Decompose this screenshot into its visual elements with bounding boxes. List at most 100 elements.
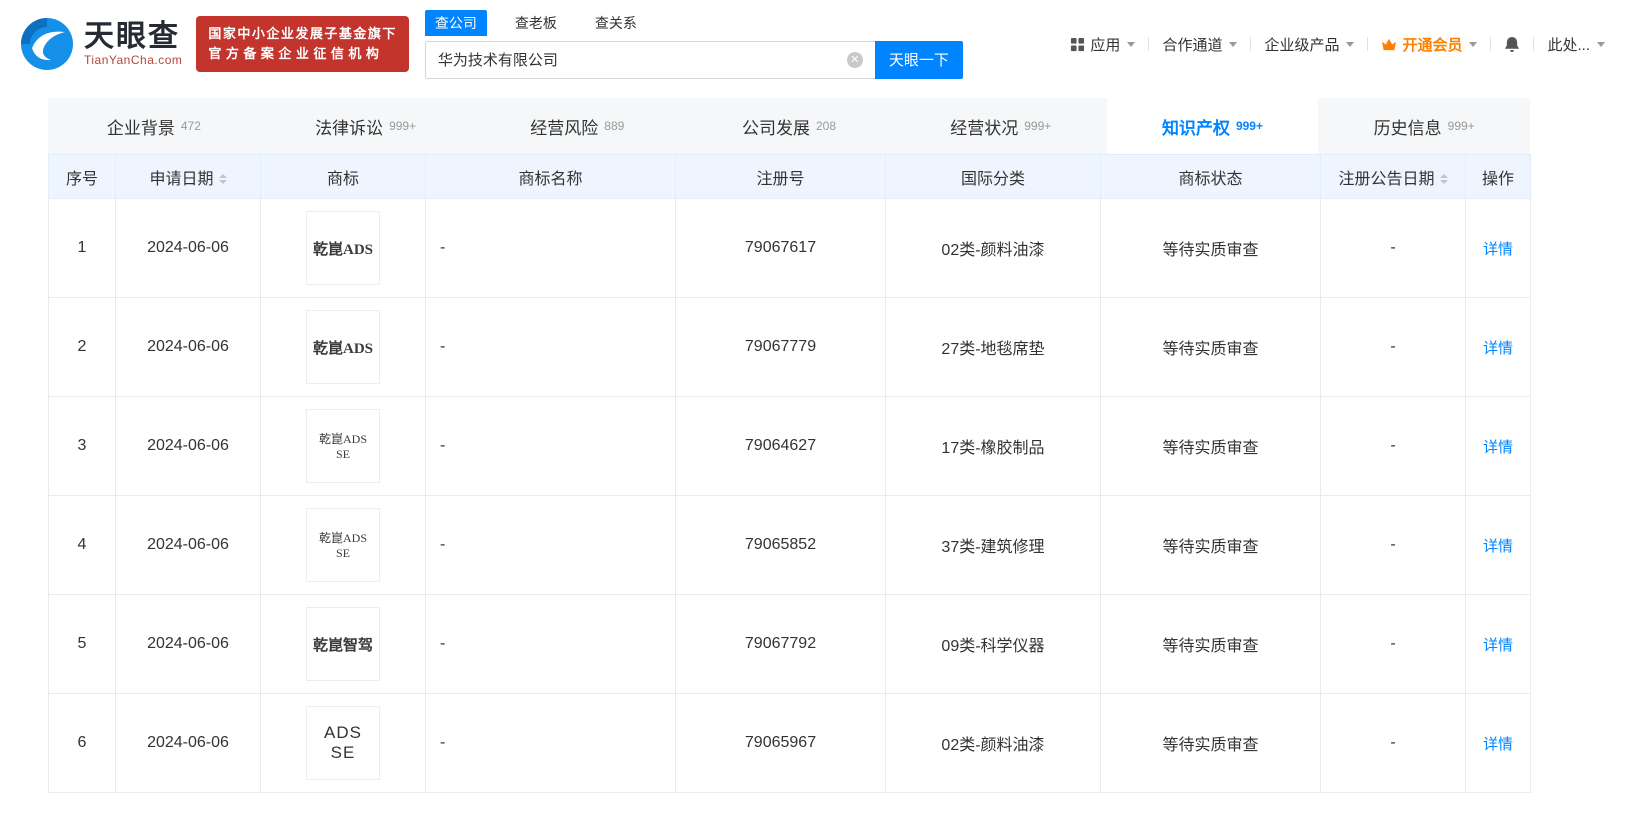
trademark-image-text: 乾崑ADS SE: [318, 432, 367, 461]
section-tab[interactable]: 历史信息 999+: [1318, 98, 1530, 154]
trademark-name-cell: -: [425, 495, 676, 595]
section-tab[interactable]: 企业背景 472: [48, 98, 260, 154]
table-row: 5 2024-06-06 乾崑智驾 -79067792 09类-科学仪器 等待实质审查 - 详…: [48, 594, 1531, 694]
section-tab-label: 知识产权: [1161, 118, 1230, 138]
section-tab-count: 889: [604, 119, 625, 133]
serial-cell: 3: [48, 396, 116, 496]
nav-item-label: 开通会员: [1402, 36, 1463, 54]
certification-badge: 国家中小企业发展子基金旗下 官方备案企业征信机构: [196, 15, 409, 73]
registration-no-cell: 79067779: [675, 297, 886, 397]
section-tab-count: 999+: [1447, 119, 1475, 133]
publish-date-cell: -: [1320, 396, 1466, 496]
apply-date-cell: 2024-06-06: [115, 594, 261, 694]
column-header: 操作: [1465, 154, 1531, 199]
section-tab[interactable]: 经营状况 999+: [895, 98, 1107, 154]
section-tab-count: 999+: [1235, 119, 1263, 133]
search-button[interactable]: 天眼一下: [874, 40, 963, 79]
section-tab-label: 经营风险: [530, 118, 599, 138]
section-tab-label: 公司发展: [742, 118, 810, 138]
serial-cell: 2: [48, 297, 116, 397]
search-type-tab[interactable]: 查关系: [585, 10, 647, 36]
column-header: 注册号: [675, 154, 886, 199]
search-input[interactable]: [424, 40, 875, 79]
nav-item-account[interactable]: 此处...: [1534, 34, 1618, 55]
registration-no-cell: 79065852: [675, 495, 886, 595]
section-tab-count: 208: [816, 119, 837, 133]
search-type-tabs: 查公司 查老板 查关系: [424, 9, 963, 36]
clear-search-icon[interactable]: ✕: [846, 51, 863, 68]
search-box: ✕: [424, 40, 875, 79]
column-header-label: 注册号: [756, 170, 805, 188]
intl-class-cell: 02类-颜料油漆: [885, 693, 1101, 793]
sort-icon[interactable]: [218, 174, 227, 185]
status-cell: 等待实质审查: [1100, 693, 1321, 793]
nav-item-enterprise-products[interactable]: 企业级产品: [1251, 34, 1367, 55]
nav-item-notifications[interactable]: [1491, 36, 1533, 53]
section-tab-label: 历史信息: [1373, 118, 1442, 138]
column-header-label: 注册公告日期: [1338, 170, 1435, 188]
trademark-cell: 乾崑ADS: [260, 297, 426, 397]
publish-date-cell: -: [1320, 594, 1466, 694]
registration-no-cell: 79067617: [675, 198, 886, 298]
certification-badge-line1: 国家中小企业发展子基金旗下: [208, 25, 397, 41]
table-row: 2 2024-06-06 乾崑ADS -79067779 27类-地毯席垫 等待实质审查 -…: [48, 297, 1531, 397]
bell-icon: [1504, 36, 1520, 53]
trademark-image[interactable]: 乾崑ADS SE: [306, 508, 380, 582]
action-cell: 详情: [1465, 495, 1531, 595]
detail-link[interactable]: 详情: [1483, 538, 1513, 555]
nav-item-apps[interactable]: 应用: [1057, 34, 1148, 55]
trademark-name-cell: -: [425, 594, 676, 694]
column-header: 商标状态: [1100, 154, 1321, 199]
section-tab[interactable]: 经营风险 889: [471, 98, 683, 154]
section-tab[interactable]: 公司发展 208: [683, 98, 895, 154]
table-row: 6 2024-06-06 ADS SE -79065967 02类-颜料油漆 等待实质审查…: [48, 693, 1531, 793]
detail-link[interactable]: 详情: [1483, 637, 1513, 654]
column-header: 商标: [260, 154, 426, 199]
trademark-image[interactable]: ADS SE: [306, 706, 380, 780]
trademark-cell: ADS SE: [260, 693, 426, 793]
registration-no-cell: 79067792: [675, 594, 886, 694]
action-cell: 详情: [1465, 693, 1531, 793]
serial-cell: 1: [48, 198, 116, 298]
section-tab[interactable]: 法律诉讼 999+: [260, 98, 472, 154]
detail-link[interactable]: 详情: [1483, 736, 1513, 753]
trademark-image[interactable]: 乾崑ADS SE: [306, 409, 380, 483]
certification-badge-line2: 官方备案企业征信机构: [208, 46, 384, 61]
action-cell: 详情: [1465, 297, 1531, 397]
chevron-down-icon: [1229, 41, 1238, 47]
trademark-name-cell: -: [425, 198, 676, 298]
nav-item-label: 应用: [1090, 36, 1121, 54]
column-header-label: 操作: [1481, 170, 1514, 188]
intl-class-cell: 17类-橡胶制品: [885, 396, 1101, 496]
trademark-image[interactable]: 乾崑智驾: [306, 607, 380, 681]
nav-item-partner-channel[interactable]: 合作通道: [1149, 34, 1250, 55]
registration-no-cell: 79065967: [675, 693, 886, 793]
search-row: ✕ 天眼一下: [424, 40, 963, 79]
intl-class-cell: 37类-建筑修理: [885, 495, 1101, 595]
brand-domain: TianYanCha.com: [84, 52, 183, 67]
intl-class-cell: 02类-颜料油漆: [885, 198, 1101, 298]
nav-item-vip[interactable]: 开通会员: [1368, 34, 1490, 55]
search-type-tab[interactable]: 查公司: [424, 9, 487, 36]
trademark-image[interactable]: 乾崑ADS: [306, 310, 380, 384]
registration-no-cell: 79064627: [675, 396, 886, 496]
apply-date-cell: 2024-06-06: [115, 693, 261, 793]
status-cell: 等待实质审查: [1100, 396, 1321, 496]
column-header[interactable]: 申请日期: [115, 154, 261, 199]
trademark-image[interactable]: 乾崑ADS: [306, 211, 380, 285]
chevron-down-icon: [1346, 41, 1355, 47]
brand-name: 天眼查: [84, 20, 180, 54]
serial-cell: 4: [48, 495, 116, 595]
detail-link[interactable]: 详情: [1483, 439, 1513, 456]
section-tabs: 企业背景 472 法律诉讼 999+ 经营风险 889 公司发展 208 经营状况 999+ 知识产…: [48, 98, 1530, 154]
section-tab[interactable]: 知识产权 999+: [1106, 98, 1319, 154]
action-cell: 详情: [1465, 594, 1531, 694]
search-type-tab[interactable]: 查老板: [505, 10, 567, 36]
publish-date-cell: -: [1320, 297, 1466, 397]
detail-link[interactable]: 详情: [1483, 340, 1513, 357]
nav-item-label: 此处...: [1547, 36, 1590, 54]
tianyancha-logo[interactable]: 天眼查 TianYanCha.com: [20, 17, 182, 71]
detail-link[interactable]: 详情: [1483, 241, 1513, 258]
column-header[interactable]: 注册公告日期: [1320, 154, 1466, 199]
sort-icon[interactable]: [1439, 174, 1448, 185]
